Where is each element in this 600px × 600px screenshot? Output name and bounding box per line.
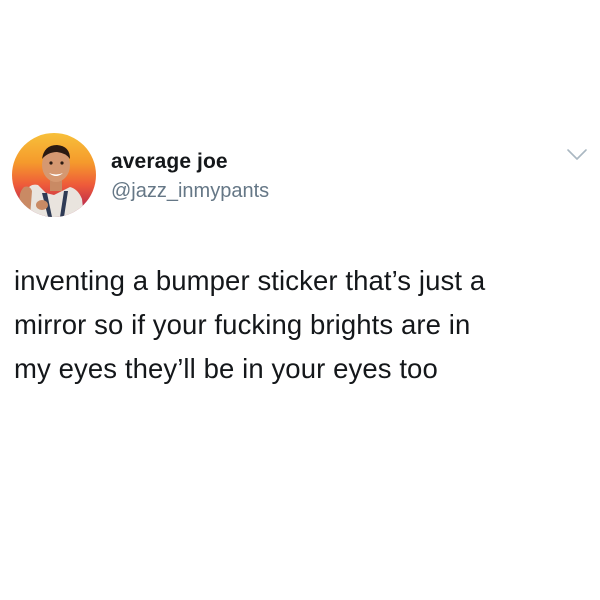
author-display-name[interactable]: average joe <box>111 150 228 174</box>
tweet-text: inventing a bumper sticker that’s just a… <box>14 265 486 384</box>
author-handle[interactable]: @jazz_inmypants <box>111 180 269 203</box>
avatar[interactable] <box>12 133 96 217</box>
profile-photo-icon <box>19 145 84 217</box>
chevron-down-icon[interactable] <box>566 148 588 162</box>
tweet-card: average joe @jazz_inmypants inventing a … <box>0 0 600 600</box>
